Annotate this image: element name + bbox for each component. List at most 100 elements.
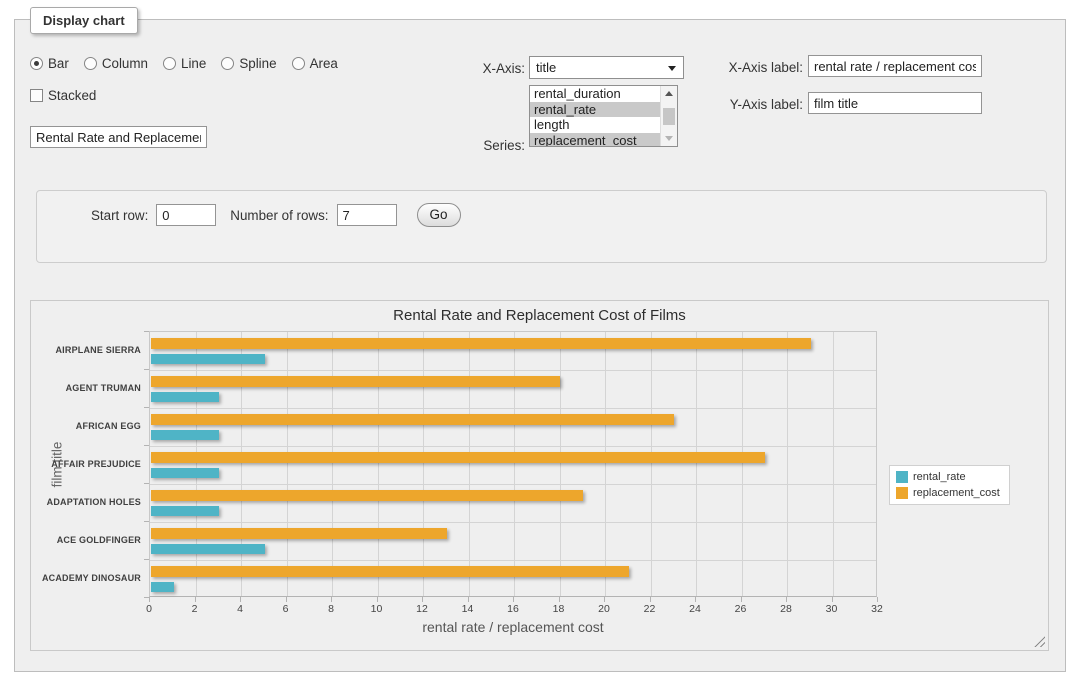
bar-replacement_cost[interactable] xyxy=(151,490,583,501)
bar-rental_rate[interactable] xyxy=(151,468,219,478)
scroll-up-icon[interactable] xyxy=(661,86,677,100)
scrollbar-thumb[interactable] xyxy=(663,108,675,125)
x-axis-selected-value: title xyxy=(536,60,556,75)
y-tick-mark xyxy=(144,445,149,446)
series-select-label: Series: xyxy=(420,138,525,153)
gridline-x xyxy=(605,332,606,596)
bar-replacement_cost[interactable] xyxy=(151,414,674,425)
legend-swatch xyxy=(896,471,908,483)
go-button[interactable]: Go xyxy=(417,203,461,227)
radio-line[interactable]: Line xyxy=(163,56,206,71)
gridline-x xyxy=(833,332,834,596)
resize-handle-icon[interactable] xyxy=(1034,636,1045,647)
chart-x-axis-title: rental rate / replacement cost xyxy=(149,619,877,635)
x-tick-mark xyxy=(149,597,150,602)
x-tick-label: 8 xyxy=(316,603,346,615)
num-rows-input[interactable] xyxy=(337,204,397,226)
bar-rental_rate[interactable] xyxy=(151,392,219,402)
y-tick-mark xyxy=(144,369,149,370)
radio-line-control[interactable] xyxy=(163,57,176,70)
radio-column[interactable]: Column xyxy=(84,56,148,71)
series-scrollbar[interactable] xyxy=(660,86,677,146)
x-tick-mark xyxy=(240,597,241,602)
radio-bar-label: Bar xyxy=(48,56,69,71)
category-label: ACE GOLDFINGER xyxy=(33,535,141,545)
category-label: AFRICAN EGG xyxy=(33,421,141,431)
x-tick-label: 26 xyxy=(726,603,756,615)
radio-column-control[interactable] xyxy=(84,57,97,70)
legend-item-rental_rate[interactable]: rental_rate xyxy=(896,471,1000,483)
series-multiselect[interactable]: rental_duration rental_rate length repla… xyxy=(529,85,678,147)
x-tick-mark xyxy=(650,597,651,602)
start-row-label: Start row: xyxy=(91,208,148,223)
chart-title: Rental Rate and Replacement Cost of Film… xyxy=(31,307,1048,324)
gridline-y xyxy=(150,560,876,561)
series-option-rental-duration[interactable]: rental_duration xyxy=(530,86,660,102)
page: Display chart Bar Column Line Spline Are… xyxy=(0,0,1081,681)
radio-spline[interactable]: Spline xyxy=(221,56,276,71)
x-tick-mark xyxy=(377,597,378,602)
gridline-x xyxy=(196,332,197,596)
radio-line-label: Line xyxy=(181,56,206,71)
bar-replacement_cost[interactable] xyxy=(151,566,629,577)
gridline-x xyxy=(560,332,561,596)
bar-rental_rate[interactable] xyxy=(151,354,265,364)
bar-rental_rate[interactable] xyxy=(151,506,219,516)
y-axis-label-input[interactable] xyxy=(808,92,982,114)
gridline-y xyxy=(150,522,876,523)
num-rows-label: Number of rows: xyxy=(230,208,328,223)
y-tick-mark xyxy=(144,407,149,408)
gridline-x xyxy=(514,332,515,596)
x-tick-label: 18 xyxy=(544,603,574,615)
radio-bar[interactable]: Bar xyxy=(30,56,69,71)
chart-type-radio-group: Bar Column Line Spline Area xyxy=(30,56,338,71)
series-option-rental-rate[interactable]: rental_rate xyxy=(530,102,660,118)
bar-replacement_cost[interactable] xyxy=(151,528,447,539)
x-tick-mark xyxy=(695,597,696,602)
bar-rental_rate[interactable] xyxy=(151,582,174,592)
category-label: AGENT TRUMAN xyxy=(33,383,141,393)
x-tick-mark xyxy=(468,597,469,602)
category-label: ACADEMY DINOSAUR xyxy=(33,573,141,583)
chart-title-input[interactable] xyxy=(30,126,207,148)
x-axis-label-input[interactable] xyxy=(808,55,982,77)
x-tick-mark xyxy=(286,597,287,602)
bar-replacement_cost[interactable] xyxy=(151,376,560,387)
x-tick-label: 6 xyxy=(271,603,301,615)
chart-container: Rental Rate and Replacement Cost of Film… xyxy=(30,300,1049,651)
gridline-x xyxy=(787,332,788,596)
bar-replacement_cost[interactable] xyxy=(151,338,811,349)
radio-area[interactable]: Area xyxy=(292,56,338,71)
fieldset-legend: Display chart xyxy=(30,7,138,34)
scroll-down-icon[interactable] xyxy=(661,132,677,146)
gridline-y xyxy=(150,408,876,409)
radio-area-control[interactable] xyxy=(292,57,305,70)
bar-rental_rate[interactable] xyxy=(151,544,265,554)
series-option-replacement-cost[interactable]: replacement_cost xyxy=(530,133,660,148)
series-option-length[interactable]: length xyxy=(530,117,660,133)
gridline-x xyxy=(423,332,424,596)
stacked-label: Stacked xyxy=(48,88,96,103)
x-tick-label: 24 xyxy=(680,603,710,615)
x-axis-label-label: X-Axis label: xyxy=(700,60,803,75)
stacked-checkbox-row[interactable]: Stacked xyxy=(30,88,96,103)
x-tick-label: 10 xyxy=(362,603,392,615)
radio-bar-control[interactable] xyxy=(30,57,43,70)
x-tick-label: 2 xyxy=(180,603,210,615)
series-options: rental_duration rental_rate length repla… xyxy=(530,86,660,146)
x-axis-select[interactable]: title xyxy=(529,56,684,79)
y-axis-label-label: Y-Axis label: xyxy=(700,97,803,112)
legend-label: replacement_cost xyxy=(913,487,1000,499)
row-range-panel: Start row: Number of rows: Go xyxy=(36,190,1047,263)
x-tick-label: 0 xyxy=(134,603,164,615)
radio-spline-control[interactable] xyxy=(221,57,234,70)
chart-legend: rental_rate replacement_cost xyxy=(889,465,1010,505)
bar-replacement_cost[interactable] xyxy=(151,452,765,463)
bar-rental_rate[interactable] xyxy=(151,430,219,440)
x-tick-mark xyxy=(786,597,787,602)
legend-item-replacement_cost[interactable]: replacement_cost xyxy=(896,487,1000,499)
start-row-input[interactable] xyxy=(156,204,216,226)
gridline-x xyxy=(696,332,697,596)
stacked-checkbox[interactable] xyxy=(30,89,43,102)
x-tick-mark xyxy=(195,597,196,602)
